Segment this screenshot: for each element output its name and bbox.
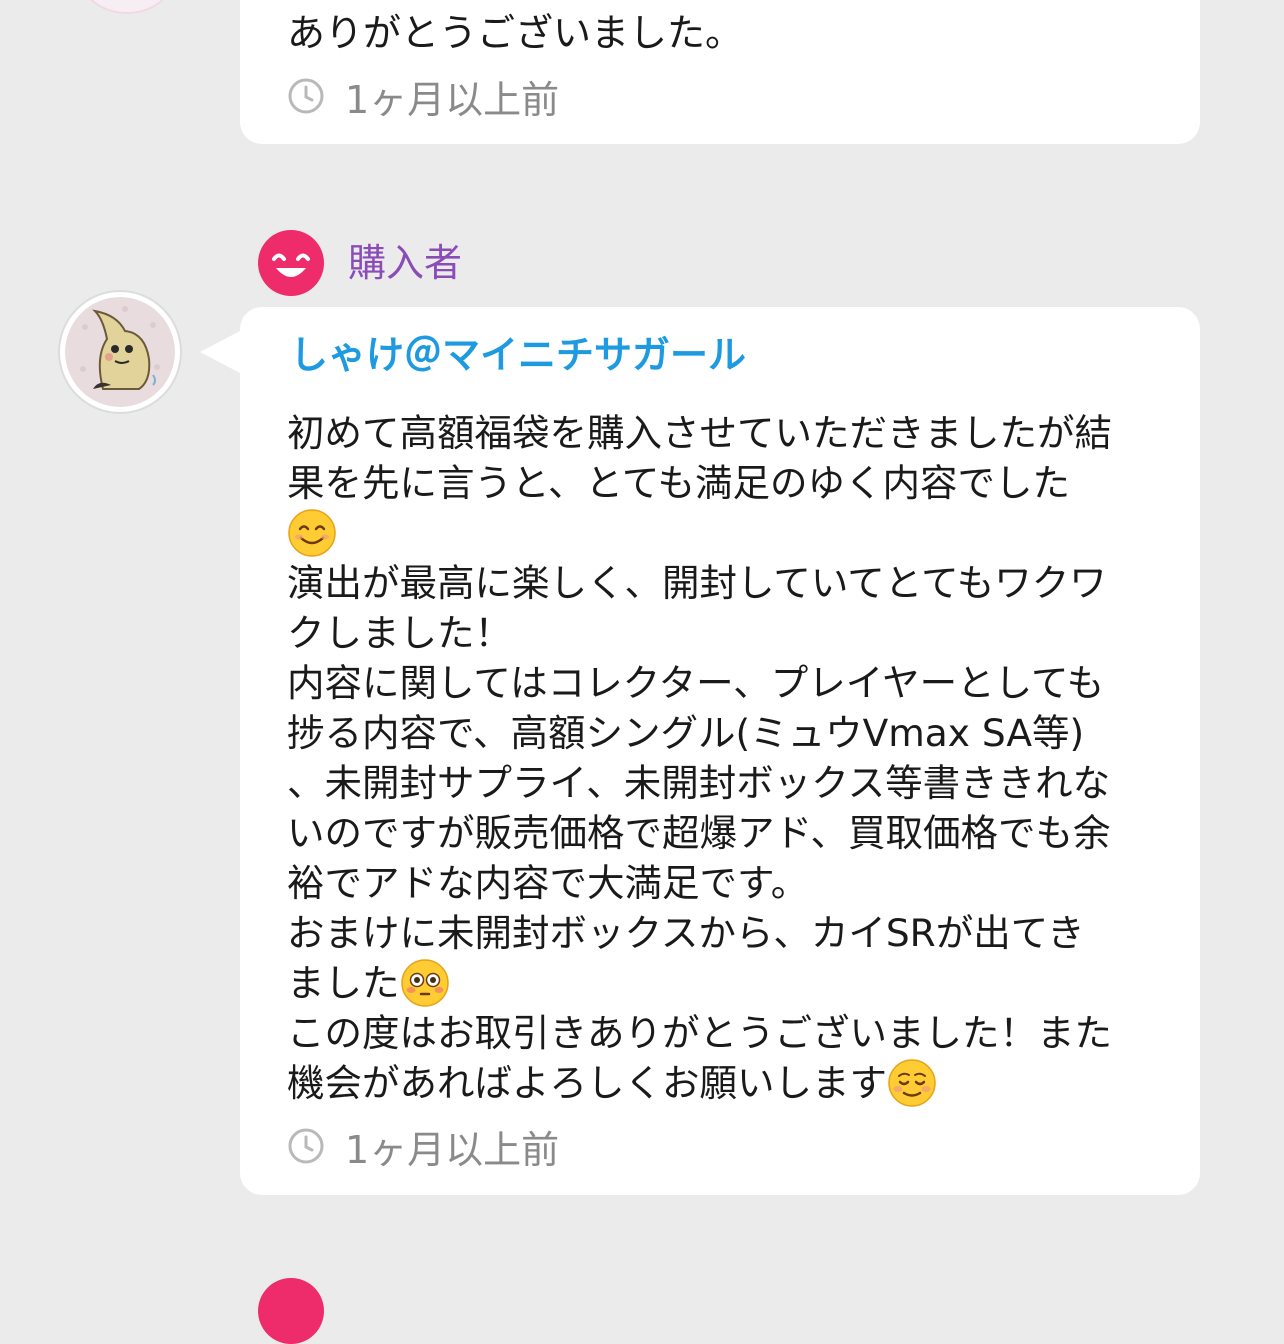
timestamp-text: 1ヶ月以上前: [345, 1127, 560, 1172]
review-line: おまけに未開封ボックスから、カイSRが出てき: [287, 911, 1085, 955]
relieved-face-emoji: [887, 1058, 937, 1108]
review-line-text: ました: [287, 961, 400, 1005]
review-timestamp: 1ヶ月以上前: [287, 1124, 559, 1172]
review-line: クしました！: [287, 611, 512, 655]
clock-icon: [288, 78, 324, 114]
review-line: ました: [287, 958, 1167, 1008]
review-line: 初めて高額福袋を購入させていただきましたが結: [287, 411, 1112, 455]
speech-bubble-tail: [200, 330, 242, 374]
smile-face-icon: [258, 230, 324, 296]
previous-avatar[interactable]: [80, 0, 174, 14]
review-line: 、未開封サプライ、未開封ボックス等書ききれな: [287, 761, 1111, 805]
previous-review-timestamp: 1ヶ月以上前: [287, 74, 559, 122]
review-line: 裕でアドな内容で大満足です。: [287, 861, 809, 905]
reviewer-name-link[interactable]: しゃけ＠マイニチサガール: [290, 330, 746, 380]
review-line-text: 機会があればよろしくお願いします: [287, 1061, 887, 1105]
smiling-face-emoji: [287, 508, 337, 558]
review-line: 内容に関してはコレクター、プレイヤーとしても: [287, 661, 1105, 705]
review-line: [287, 508, 1167, 558]
flushed-face-emoji: [400, 958, 450, 1008]
review-line: この度はお取引きありがとうございました！また: [287, 1011, 1112, 1055]
review-line: 果を先に言うと、とても満足のゆく内容でした: [287, 461, 1070, 505]
review-line: 演出が最高に楽しく、開封していてとてもワクワ: [287, 561, 1107, 605]
review-line: 捗る内容で、高額シングル(ミュウVmax SA等): [287, 711, 1085, 755]
review-line: 機会があればよろしくお願いします: [287, 1058, 1167, 1108]
timestamp-text: 1ヶ月以上前: [345, 77, 560, 122]
user-avatar[interactable]: [60, 292, 180, 412]
role-label: 購入者: [348, 241, 463, 285]
next-role-icon: [258, 1278, 324, 1344]
previous-review-text: ありがとうございました。: [287, 11, 744, 55]
review-line: いのですが販売価格で超爆アド、買取価格でも余: [287, 811, 1111, 855]
clock-icon: [288, 1128, 324, 1164]
review-body: 初めて高額福袋を購入させていただきましたが結 果を先に言うと、とても満足のゆく内…: [287, 408, 1167, 1108]
